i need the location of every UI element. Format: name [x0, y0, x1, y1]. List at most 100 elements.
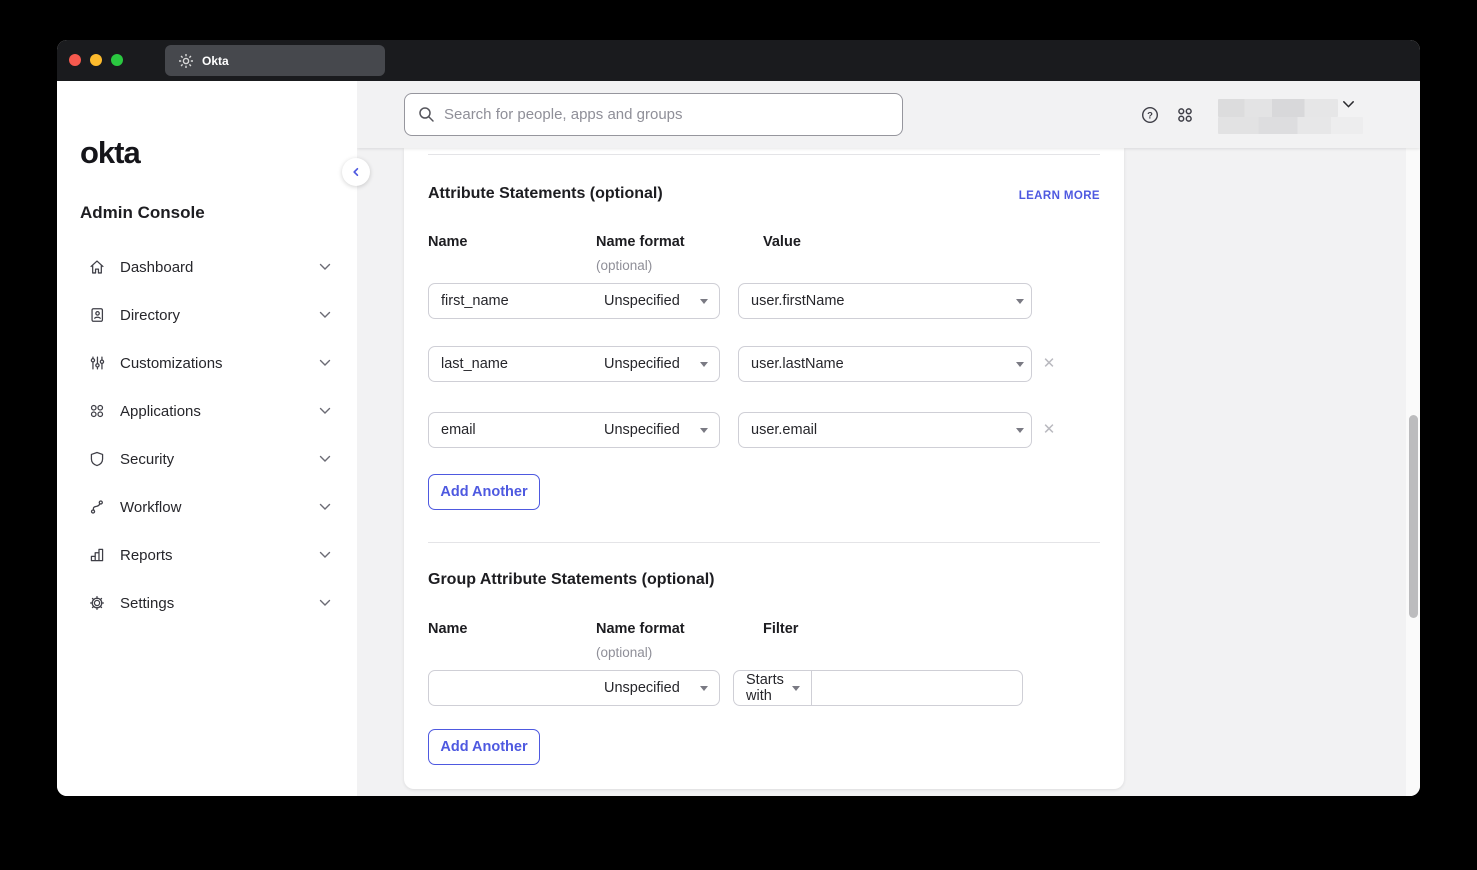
tab-title: Okta	[202, 54, 229, 68]
caret-down-icon	[1016, 299, 1024, 304]
caret-down-icon	[1016, 362, 1024, 367]
learn-more-link[interactable]: LEARN MORE	[1019, 190, 1100, 202]
column-header-name-format: Name format	[596, 621, 685, 637]
attribute-row: Unspecified	[428, 346, 720, 382]
section-divider	[428, 154, 1100, 155]
sidebar-item-applications[interactable]: Applications	[57, 387, 357, 435]
add-another-button[interactable]: Add Another	[428, 474, 540, 510]
scrollbar-track[interactable]	[1406, 81, 1420, 796]
chevron-down-icon	[319, 359, 331, 367]
attribute-name-input[interactable]	[429, 347, 592, 381]
directory-icon	[88, 306, 106, 324]
chevron-left-icon	[351, 167, 361, 177]
attribute-row: Unspecified	[428, 283, 720, 319]
search-input[interactable]	[444, 106, 889, 123]
minimize-window-button[interactable]	[90, 54, 102, 66]
chevron-down-icon	[319, 311, 331, 319]
zoom-window-button[interactable]	[111, 54, 123, 66]
close-window-button[interactable]	[69, 54, 81, 66]
column-note-optional: (optional)	[596, 645, 652, 660]
home-icon	[88, 258, 106, 276]
user-menu-chevron-icon[interactable]	[1342, 100, 1355, 109]
sidebar: okta Admin Console Dashboard Directory	[57, 81, 357, 796]
chevron-down-icon	[319, 407, 331, 415]
attribute-row-value	[738, 283, 1032, 319]
sidebar-item-workflow[interactable]: Workflow	[57, 483, 357, 531]
chevron-down-icon	[319, 551, 331, 559]
value-dropdown-button[interactable]	[1001, 347, 1031, 381]
value-dropdown-button[interactable]	[1001, 413, 1031, 447]
add-another-button[interactable]: Add Another	[428, 729, 540, 765]
sidebar-item-security[interactable]: Security	[57, 435, 357, 483]
shield-icon	[88, 450, 106, 468]
attribute-name-input[interactable]	[429, 284, 592, 318]
name-format-select[interactable]: Unspecified	[592, 284, 719, 318]
chevron-down-icon	[319, 455, 331, 463]
section-divider	[428, 542, 1100, 543]
attribute-value-input[interactable]	[739, 284, 1001, 318]
bar-chart-icon	[88, 546, 106, 564]
chevron-down-icon	[319, 263, 331, 271]
sidebar-item-directory[interactable]: Directory	[57, 291, 357, 339]
column-header-value: Value	[763, 234, 801, 250]
caret-down-icon	[700, 428, 708, 433]
saml-settings-card: Attribute Statements (optional) LEARN MO…	[404, 148, 1124, 789]
browser-window: Okta okta Admin Console Dashboard Direct…	[57, 40, 1420, 796]
workflow-icon	[88, 498, 106, 516]
admin-console-title: Admin Console	[80, 203, 205, 223]
filter-value-input[interactable]	[812, 671, 1023, 705]
attribute-name-input[interactable]	[429, 413, 592, 447]
user-org-redacted	[1218, 117, 1363, 134]
group-name-input[interactable]	[429, 671, 592, 705]
column-header-name: Name	[428, 234, 468, 250]
chevron-down-icon	[319, 503, 331, 511]
sidebar-item-reports[interactable]: Reports	[57, 531, 357, 579]
sidebar-item-settings[interactable]: Settings	[57, 579, 357, 627]
chevron-down-icon	[319, 599, 331, 607]
caret-down-icon	[792, 686, 800, 691]
attribute-row-value	[738, 346, 1032, 382]
name-format-select[interactable]: Unspecified	[592, 671, 719, 705]
help-icon[interactable]: ?	[1140, 105, 1160, 125]
name-format-select[interactable]: Unspecified	[592, 413, 719, 447]
browser-titlebar: Okta	[57, 40, 1420, 81]
remove-row-icon[interactable]	[1040, 421, 1058, 439]
attribute-value-input[interactable]	[739, 347, 1001, 381]
caret-down-icon	[700, 299, 708, 304]
scrollbar-thumb[interactable]	[1409, 415, 1418, 618]
attribute-statements-title: Attribute Statements (optional)	[428, 185, 663, 203]
sidebar-item-dashboard[interactable]: Dashboard	[57, 243, 357, 291]
top-header: ?	[357, 81, 1420, 148]
search-icon	[418, 106, 435, 123]
sidebar-item-customizations[interactable]: Customizations	[57, 339, 357, 387]
column-note-optional: (optional)	[596, 258, 652, 273]
caret-down-icon	[1016, 428, 1024, 433]
sliders-icon	[88, 354, 106, 372]
gear-icon	[88, 594, 106, 612]
svg-text:?: ?	[1147, 111, 1153, 122]
attribute-row: Unspecified	[428, 412, 720, 448]
collapse-sidebar-button[interactable]	[342, 158, 370, 186]
browser-tab-okta[interactable]: Okta	[165, 45, 385, 76]
global-search[interactable]	[404, 93, 903, 136]
column-header-filter: Filter	[763, 621, 798, 637]
value-dropdown-button[interactable]	[1001, 284, 1031, 318]
attribute-row-value	[738, 412, 1032, 448]
apps-grid-icon	[88, 402, 106, 420]
remove-row-icon[interactable]	[1040, 355, 1058, 373]
okta-favicon-icon	[178, 53, 194, 69]
okta-logo: okta	[80, 135, 140, 171]
attribute-value-input[interactable]	[739, 413, 1001, 447]
column-header-name-format: Name format	[596, 234, 685, 250]
name-format-select[interactable]: Unspecified	[592, 347, 719, 381]
group-filter-row: Starts with	[733, 670, 1023, 706]
sidebar-nav: Dashboard Directory Customizations	[57, 243, 357, 627]
group-attribute-statements-title: Group Attribute Statements (optional)	[428, 571, 715, 589]
filter-type-select[interactable]: Starts with	[734, 671, 812, 705]
app-switcher-icon[interactable]	[1175, 105, 1195, 125]
column-header-name: Name	[428, 621, 468, 637]
caret-down-icon	[700, 362, 708, 367]
caret-down-icon	[700, 686, 708, 691]
user-name-redacted	[1218, 99, 1338, 117]
group-attribute-row: Unspecified	[428, 670, 720, 706]
